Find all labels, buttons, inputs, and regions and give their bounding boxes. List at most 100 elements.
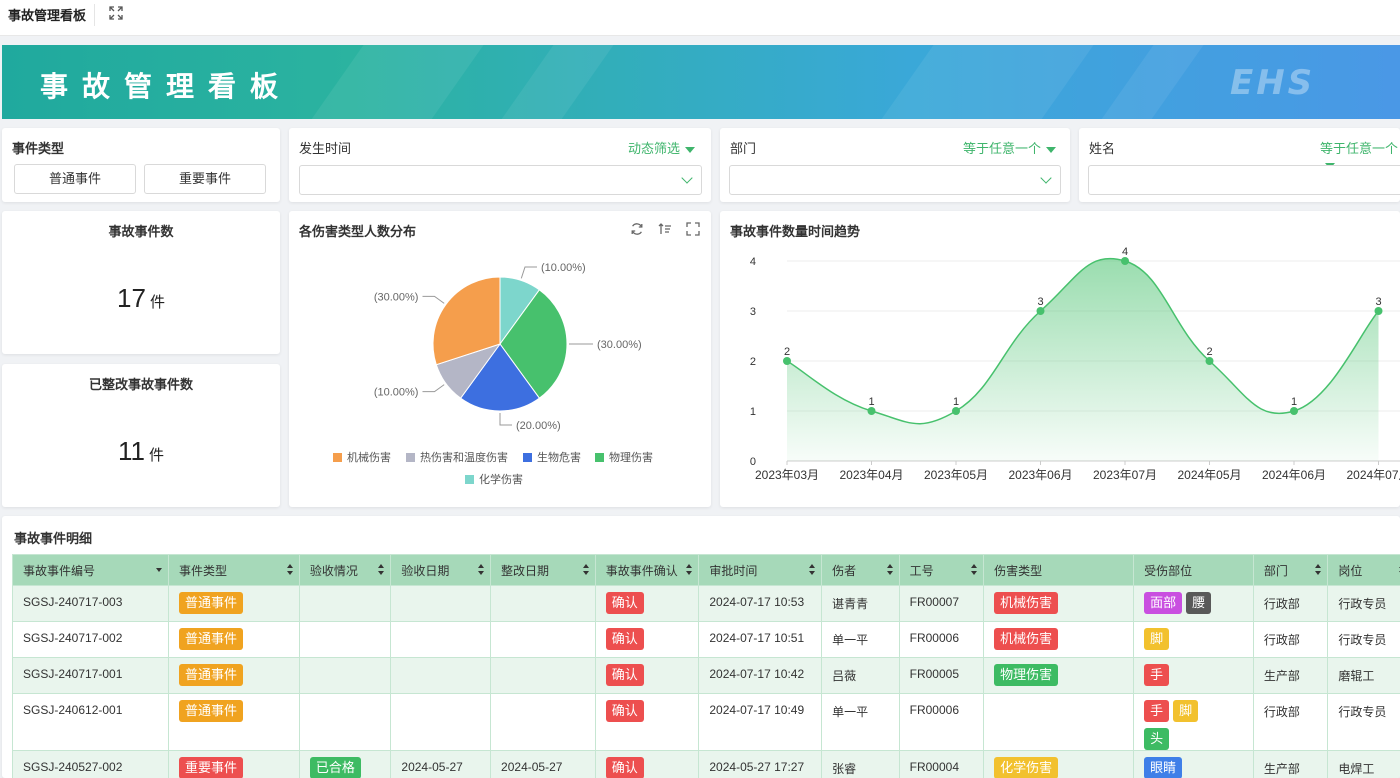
table-cell: 单一平 bbox=[821, 693, 900, 751]
department: 生产部 bbox=[1263, 762, 1300, 776]
y-tick-label: 4 bbox=[750, 256, 756, 268]
column-header[interactable]: 整改日期 bbox=[490, 554, 596, 586]
fullscreen-icon[interactable] bbox=[686, 222, 700, 236]
table-cell bbox=[490, 693, 596, 751]
data-label: 1 bbox=[953, 396, 959, 408]
table-cell: 普通事件 bbox=[168, 693, 300, 751]
legend-label: 物理伤害 bbox=[609, 452, 653, 464]
sort-icon[interactable] bbox=[886, 564, 893, 576]
column-header[interactable]: 验收情况 bbox=[298, 554, 392, 586]
legend-item[interactable]: 热伤害和温度伤害 bbox=[406, 449, 508, 465]
table-cell bbox=[983, 693, 1135, 751]
department-select[interactable] bbox=[729, 165, 1061, 195]
position: 电焊工 bbox=[1338, 762, 1375, 776]
position: 行政专员 bbox=[1338, 705, 1387, 719]
sort-icon[interactable] bbox=[686, 564, 693, 576]
legend-item[interactable]: 机械伤害 bbox=[333, 449, 391, 465]
x-tick-label: 2024年05月 bbox=[1177, 468, 1241, 482]
kpi-title: 已整改事故事件数 bbox=[88, 377, 193, 392]
department-filter: 部门 等于任意一个 bbox=[720, 128, 1070, 202]
table-cell: SGSJ-240717-002 bbox=[12, 621, 169, 658]
table-row[interactable]: SGSJ-240612-001 普通事件 确认 2024-07-17 10:49 单一平… bbox=[12, 693, 1400, 751]
sort-icon[interactable] bbox=[582, 564, 589, 576]
column-header[interactable]: 事件类型 bbox=[168, 554, 300, 586]
filter-mode-dropdown[interactable]: 动态筛选 bbox=[628, 138, 695, 157]
sort-icon[interactable] bbox=[478, 564, 485, 576]
table-row[interactable]: SGSJ-240717-001 普通事件 确认 2024-07-17 10:42 吕薇 F… bbox=[12, 657, 1400, 694]
normal-event-button[interactable]: 普通事件 bbox=[14, 164, 136, 194]
pie-leader-line bbox=[499, 413, 512, 426]
table-cell: 2024-05-27 17:27 bbox=[698, 750, 823, 778]
table-cell: 手 bbox=[1133, 657, 1254, 694]
filter-mode-dropdown[interactable]: 等于任意一个 bbox=[963, 138, 1056, 157]
table-cell: 2024-07-17 10:42 bbox=[698, 657, 823, 694]
body-part-badge: 脚 bbox=[1144, 628, 1170, 650]
column-header-label: 审批时间 bbox=[709, 563, 758, 578]
sort-icon[interactable] bbox=[809, 564, 816, 576]
column-header-label: 伤害类型 bbox=[994, 563, 1043, 578]
time-select[interactable] bbox=[299, 165, 702, 195]
legend-swatch bbox=[333, 453, 342, 462]
column-header[interactable]: 受伤部位 bbox=[1133, 554, 1254, 586]
table-cell: 面部腰 bbox=[1133, 585, 1254, 622]
table-row[interactable]: SGSJ-240717-003 普通事件 确认 2024-07-17 10:53 谌青青… bbox=[12, 585, 1400, 622]
column-header[interactable]: 岗位 bbox=[1327, 554, 1400, 586]
column-header[interactable]: 伤者 bbox=[821, 554, 900, 586]
legend-item[interactable]: 生物危害 bbox=[523, 449, 581, 465]
data-point[interactable] bbox=[1374, 307, 1383, 315]
column-header[interactable]: 伤害类型 bbox=[983, 554, 1135, 586]
table-row[interactable]: SGSJ-240527-002 重要事件 已合格 2024-05-27 2024-05-… bbox=[12, 750, 1400, 778]
refresh-icon[interactable] bbox=[630, 222, 644, 236]
column-header[interactable]: 部门 bbox=[1252, 554, 1329, 586]
sort-icon[interactable] bbox=[971, 564, 978, 576]
pie-slice-label: (10.00%) bbox=[541, 262, 586, 274]
injury-type-badge: 化学伤害 bbox=[994, 757, 1059, 778]
data-point[interactable] bbox=[952, 407, 960, 415]
y-tick-label: 1 bbox=[750, 406, 756, 418]
table-cell: 确认 bbox=[594, 621, 700, 658]
sort-icon[interactable] bbox=[378, 564, 385, 576]
table-cell: SGSJ-240717-003 bbox=[12, 585, 169, 622]
data-label: 3 bbox=[1037, 296, 1043, 308]
table-cell: 确认 bbox=[594, 693, 700, 751]
data-point[interactable] bbox=[1036, 307, 1045, 315]
pie-slice-label: (30.00%) bbox=[597, 339, 642, 351]
caret-down-icon bbox=[1046, 146, 1056, 153]
expand-icon[interactable] bbox=[108, 5, 124, 21]
kpi-total-card: 事故事件数 17 件 bbox=[2, 211, 280, 354]
department: 行政部 bbox=[1263, 705, 1300, 719]
table-cell bbox=[298, 657, 392, 694]
data-label: 1 bbox=[868, 396, 874, 408]
data-point[interactable] bbox=[1121, 257, 1129, 265]
column-header-label: 验收日期 bbox=[401, 563, 450, 578]
column-header[interactable]: 审批时间 bbox=[698, 554, 823, 586]
column-header[interactable]: 事故事件确认 bbox=[594, 554, 700, 586]
data-point[interactable] bbox=[1290, 407, 1298, 415]
x-tick-label: 2024年07月 bbox=[1346, 468, 1400, 482]
column-header-label: 验收情况 bbox=[309, 563, 358, 578]
column-header[interactable]: 工号 bbox=[898, 554, 985, 586]
incident-id: SGSJ-240717-002 bbox=[23, 631, 123, 645]
table-cell bbox=[390, 621, 492, 658]
table-cell bbox=[390, 585, 492, 622]
data-point[interactable] bbox=[1205, 357, 1214, 365]
legend-item[interactable]: 物理伤害 bbox=[595, 449, 653, 465]
chevron-down-icon bbox=[681, 172, 693, 184]
legend-item[interactable]: 化学伤害 bbox=[465, 471, 523, 487]
caret-down-icon[interactable] bbox=[156, 564, 162, 576]
table-cell bbox=[298, 621, 392, 658]
table-cell: 普通事件 bbox=[168, 657, 300, 694]
data-point[interactable] bbox=[783, 357, 791, 365]
table-cell: 普通事件 bbox=[168, 585, 300, 622]
name-select[interactable] bbox=[1088, 165, 1400, 195]
column-header[interactable]: 事故事件编号 bbox=[12, 554, 169, 586]
sort-icon[interactable] bbox=[286, 564, 293, 576]
column-header[interactable]: 验收日期 bbox=[390, 554, 492, 586]
table-row[interactable]: SGSJ-240717-002 普通事件 确认 2024-07-17 10:51 单一平… bbox=[12, 621, 1400, 658]
y-tick-label: 0 bbox=[750, 456, 756, 468]
table-cell: 普通事件 bbox=[168, 621, 300, 658]
data-point[interactable] bbox=[867, 407, 876, 415]
sort-icon[interactable] bbox=[1315, 564, 1322, 576]
important-event-button[interactable]: 重要事件 bbox=[144, 164, 266, 194]
sort-icon[interactable] bbox=[658, 222, 672, 236]
